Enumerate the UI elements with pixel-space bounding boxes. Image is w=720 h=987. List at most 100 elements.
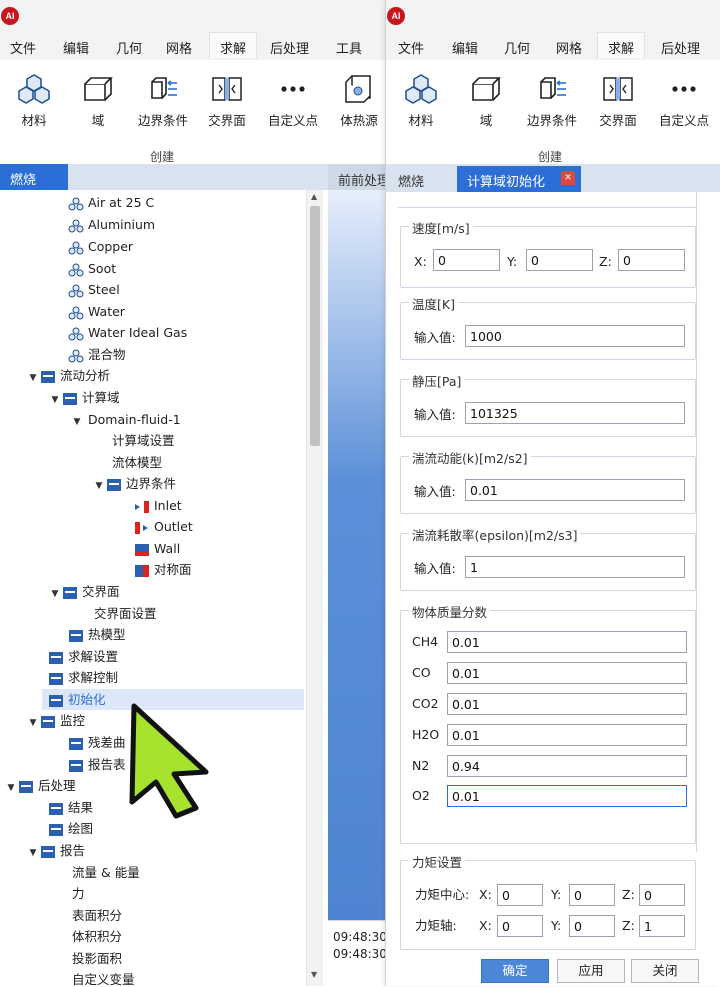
species-input[interactable]: 0.01	[447, 662, 687, 684]
tree-item-interface[interactable]: ▼ 交界面	[48, 582, 120, 602]
tab-combustion[interactable]: 燃烧	[0, 164, 68, 190]
collapse-arrow-icon[interactable]: ▼	[26, 843, 40, 863]
species-input[interactable]: 0.01	[447, 631, 687, 653]
tree-item-interface-settings[interactable]: 交界面设置	[90, 604, 157, 624]
tree-item-thermal-model[interactable]: 热模型	[68, 625, 126, 645]
tree-item-post[interactable]: ▼ 后处理	[4, 776, 76, 796]
apply-button[interactable]: 应用	[557, 959, 625, 983]
epsilon-input[interactable]: 1	[465, 556, 685, 578]
menu-solve[interactable]: 求解	[597, 32, 646, 58]
tree-item-bc-inlet[interactable]: Inlet	[134, 496, 182, 516]
menu-file[interactable]: 文件	[10, 38, 36, 57]
menu-edit[interactable]: 编辑	[63, 38, 89, 57]
species-input[interactable]: 0.01	[447, 785, 687, 807]
menu-geometry[interactable]: 几何	[116, 38, 142, 57]
moment-axis-x-input[interactable]: 0	[497, 915, 543, 937]
tree-scrollbar[interactable]: ▲ ▼	[306, 190, 323, 986]
ribbon-custom-point-button[interactable]: 自定义点	[652, 72, 716, 129]
collapse-arrow-icon[interactable]: ▼	[92, 476, 106, 496]
tree-item-report-entry[interactable]: 投影面积	[68, 949, 122, 969]
tree-item-report-entry[interactable]: 自定义变量	[68, 970, 135, 986]
mid-tab[interactable]: 前前处理	[338, 170, 390, 189]
tree-item-material[interactable]: Air at 25 C	[68, 193, 154, 213]
tree-item-bc-outlet[interactable]: Outlet	[134, 517, 193, 537]
tab-combustion[interactable]: 燃烧	[398, 171, 424, 190]
velocity-y-input[interactable]: 0	[526, 249, 593, 271]
velocity-z-input[interactable]: 0	[618, 249, 685, 271]
tree-item-residual[interactable]: 残差曲	[68, 733, 126, 753]
tke-input[interactable]: 0.01	[465, 479, 685, 501]
menu-geometry[interactable]: 几何	[504, 38, 530, 57]
ribbon-material-button[interactable]: 材料	[2, 72, 66, 129]
tree-item-bc-symmetry[interactable]: 对称面	[134, 560, 192, 580]
tree-item-boundary-conditions[interactable]: ▼ 边界条件	[92, 474, 176, 494]
tree-item-solve-control[interactable]: 求解控制	[48, 668, 118, 688]
pressure-input[interactable]: 101325	[465, 402, 685, 424]
tree-item-material[interactable]: Water Ideal Gas	[68, 323, 187, 343]
tree-item-material[interactable]: 混合物	[68, 345, 126, 365]
scroll-down-icon[interactable]: ▼	[311, 970, 317, 979]
tree-item-bc-wall[interactable]: Wall	[134, 539, 180, 559]
menu-mesh[interactable]: 网格	[166, 38, 192, 57]
collapse-arrow-icon[interactable]: ▼	[26, 713, 40, 733]
species-input[interactable]: 0.94	[447, 755, 687, 777]
scroll-up-icon[interactable]: ▲	[311, 192, 317, 201]
tree-item-material[interactable]: Copper	[68, 237, 133, 257]
tree-item-fluid-model[interactable]: 流体模型	[108, 453, 162, 473]
tree-item-material[interactable]: Aluminium	[68, 215, 155, 235]
tree-item-reports[interactable]: ▼ 报告	[26, 841, 85, 861]
tree-item-flow-analysis[interactable]: ▼ 流动分析	[26, 366, 110, 386]
collapse-arrow-icon[interactable]: ▼	[4, 778, 18, 798]
ribbon-custom-point-button[interactable]: 自定义点	[261, 72, 325, 129]
species-input[interactable]: 0.01	[447, 724, 687, 746]
ribbon-domain-button[interactable]: 域	[454, 72, 518, 129]
tree-item-monitor[interactable]: ▼ 监控	[26, 711, 85, 731]
close-tab-icon[interactable]: ✕	[561, 171, 575, 185]
tree-item-report-entry[interactable]: 流量 & 能量	[68, 863, 140, 883]
ribbon-boundary-button[interactable]: 边界条件	[520, 72, 584, 129]
moment-axis-z-input[interactable]: 1	[639, 915, 685, 937]
tree-item-initialization[interactable]: 初始化	[48, 690, 106, 710]
tree-item-solve-settings[interactable]: 求解设置	[48, 647, 118, 667]
menu-mesh[interactable]: 网格	[556, 38, 582, 57]
collapse-arrow-icon[interactable]: ▼	[48, 584, 62, 604]
tree-item-material[interactable]: Water	[68, 302, 125, 322]
menu-edit[interactable]: 编辑	[452, 38, 478, 57]
tree-item-report-entry[interactable]: 表面积分	[68, 906, 122, 926]
tree-item-compute-domain[interactable]: ▼ 计算域	[48, 388, 120, 408]
menu-tools[interactable]: 工具	[336, 38, 362, 57]
moment-center-y-input[interactable]: 0	[569, 884, 615, 906]
tree-item-material[interactable]: Soot	[68, 259, 116, 279]
tree-item-domain-fluid[interactable]: ▼ Domain-fluid-1	[70, 410, 181, 430]
menu-post[interactable]: 后处理	[661, 38, 700, 57]
ribbon-interface-button[interactable]: 交界面	[195, 72, 259, 129]
ribbon-domain-button[interactable]: 域	[66, 72, 130, 129]
tree-item-report-entry[interactable]: 体积积分	[68, 927, 122, 947]
moment-center-x-input[interactable]: 0	[497, 884, 543, 906]
tab-domain-init[interactable]: 计算域初始化 ✕	[457, 166, 581, 192]
scroll-thumb[interactable]	[310, 206, 320, 446]
tree-item-report-table[interactable]: 报告表	[68, 755, 126, 775]
ribbon-boundary-button[interactable]: 边界条件	[131, 72, 195, 129]
ribbon-interface-button[interactable]: 交界面	[586, 72, 650, 129]
menu-file[interactable]: 文件	[398, 38, 424, 57]
ribbon-material-button[interactable]: 材料	[389, 72, 453, 129]
velocity-x-input[interactable]: 0	[433, 249, 500, 271]
ok-button[interactable]: 确定	[481, 959, 549, 983]
temperature-input[interactable]: 1000	[465, 325, 685, 347]
collapse-arrow-icon[interactable]: ▼	[70, 412, 84, 432]
menu-post[interactable]: 后处理	[270, 38, 309, 57]
menu-solve[interactable]: 求解	[209, 32, 258, 58]
tree-item-domain-settings[interactable]: 计算域设置	[108, 431, 175, 451]
ribbon-heat-source-button[interactable]: 体热源	[334, 72, 384, 129]
tree-item-report-entry[interactable]: 力	[68, 884, 85, 904]
species-input[interactable]: 0.01	[447, 693, 687, 715]
collapse-arrow-icon[interactable]: ▼	[26, 368, 40, 388]
collapse-arrow-icon[interactable]: ▼	[48, 390, 62, 410]
tree-item-results[interactable]: 结果	[48, 798, 93, 818]
moment-axis-y-input[interactable]: 0	[569, 915, 615, 937]
tree-item-material[interactable]: Steel	[68, 280, 120, 300]
moment-center-z-input[interactable]: 0	[639, 884, 685, 906]
close-button[interactable]: 关闭	[631, 959, 699, 983]
tree-item-plot[interactable]: 绘图	[48, 819, 93, 839]
